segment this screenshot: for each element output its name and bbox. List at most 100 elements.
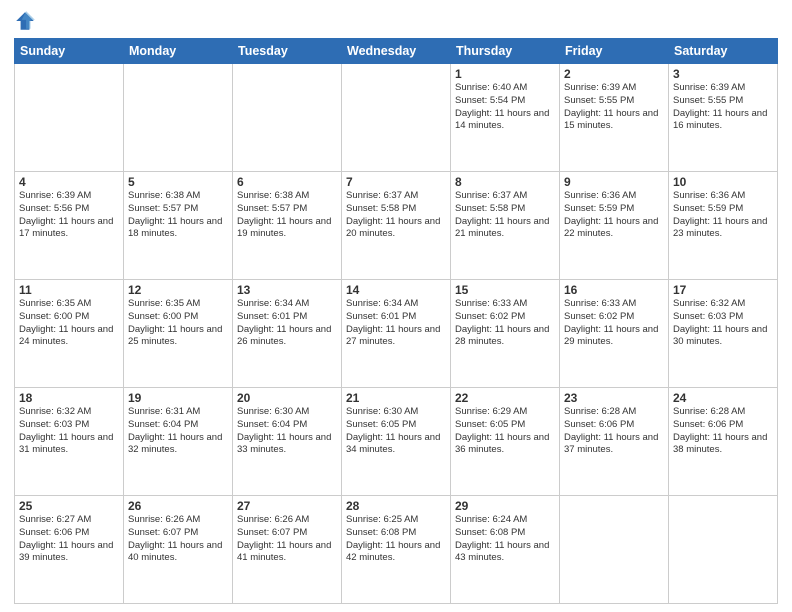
day-number: 23	[564, 391, 664, 405]
day-number: 24	[673, 391, 773, 405]
calendar-cell	[669, 496, 778, 604]
calendar-day-header: Sunday	[15, 39, 124, 64]
calendar-cell: 29Sunrise: 6:24 AM Sunset: 6:08 PM Dayli…	[451, 496, 560, 604]
calendar-cell: 2Sunrise: 6:39 AM Sunset: 5:55 PM Daylig…	[560, 64, 669, 172]
calendar-day-header: Wednesday	[342, 39, 451, 64]
calendar-cell: 28Sunrise: 6:25 AM Sunset: 6:08 PM Dayli…	[342, 496, 451, 604]
day-number: 28	[346, 499, 446, 513]
calendar-cell: 5Sunrise: 6:38 AM Sunset: 5:57 PM Daylig…	[124, 172, 233, 280]
day-info: Sunrise: 6:32 AM Sunset: 6:03 PM Dayligh…	[19, 406, 119, 457]
day-number: 27	[237, 499, 337, 513]
day-info: Sunrise: 6:25 AM Sunset: 6:08 PM Dayligh…	[346, 514, 446, 565]
day-info: Sunrise: 6:32 AM Sunset: 6:03 PM Dayligh…	[673, 298, 773, 349]
day-info: Sunrise: 6:29 AM Sunset: 6:05 PM Dayligh…	[455, 406, 555, 457]
day-number: 26	[128, 499, 228, 513]
day-info: Sunrise: 6:28 AM Sunset: 6:06 PM Dayligh…	[673, 406, 773, 457]
day-number: 8	[455, 175, 555, 189]
calendar-cell: 8Sunrise: 6:37 AM Sunset: 5:58 PM Daylig…	[451, 172, 560, 280]
day-number: 7	[346, 175, 446, 189]
day-number: 10	[673, 175, 773, 189]
day-info: Sunrise: 6:38 AM Sunset: 5:57 PM Dayligh…	[128, 190, 228, 241]
day-number: 29	[455, 499, 555, 513]
day-number: 21	[346, 391, 446, 405]
calendar-cell: 18Sunrise: 6:32 AM Sunset: 6:03 PM Dayli…	[15, 388, 124, 496]
day-number: 16	[564, 283, 664, 297]
calendar-table: SundayMondayTuesdayWednesdayThursdayFrid…	[14, 38, 778, 604]
calendar-cell: 12Sunrise: 6:35 AM Sunset: 6:00 PM Dayli…	[124, 280, 233, 388]
calendar-week-row: 4Sunrise: 6:39 AM Sunset: 5:56 PM Daylig…	[15, 172, 778, 280]
calendar-cell: 17Sunrise: 6:32 AM Sunset: 6:03 PM Dayli…	[669, 280, 778, 388]
calendar-day-header: Tuesday	[233, 39, 342, 64]
day-number: 13	[237, 283, 337, 297]
calendar-day-header: Saturday	[669, 39, 778, 64]
day-number: 25	[19, 499, 119, 513]
day-number: 14	[346, 283, 446, 297]
calendar-week-row: 11Sunrise: 6:35 AM Sunset: 6:00 PM Dayli…	[15, 280, 778, 388]
calendar-cell: 10Sunrise: 6:36 AM Sunset: 5:59 PM Dayli…	[669, 172, 778, 280]
day-info: Sunrise: 6:37 AM Sunset: 5:58 PM Dayligh…	[346, 190, 446, 241]
day-info: Sunrise: 6:24 AM Sunset: 6:08 PM Dayligh…	[455, 514, 555, 565]
day-number: 5	[128, 175, 228, 189]
logo-icon	[14, 10, 36, 32]
logo	[14, 10, 38, 32]
day-number: 22	[455, 391, 555, 405]
day-info: Sunrise: 6:27 AM Sunset: 6:06 PM Dayligh…	[19, 514, 119, 565]
day-number: 4	[19, 175, 119, 189]
day-info: Sunrise: 6:34 AM Sunset: 6:01 PM Dayligh…	[237, 298, 337, 349]
calendar-week-row: 18Sunrise: 6:32 AM Sunset: 6:03 PM Dayli…	[15, 388, 778, 496]
calendar-cell: 14Sunrise: 6:34 AM Sunset: 6:01 PM Dayli…	[342, 280, 451, 388]
day-info: Sunrise: 6:39 AM Sunset: 5:55 PM Dayligh…	[564, 82, 664, 133]
day-number: 20	[237, 391, 337, 405]
calendar-cell: 11Sunrise: 6:35 AM Sunset: 6:00 PM Dayli…	[15, 280, 124, 388]
day-info: Sunrise: 6:39 AM Sunset: 5:56 PM Dayligh…	[19, 190, 119, 241]
day-number: 9	[564, 175, 664, 189]
day-info: Sunrise: 6:40 AM Sunset: 5:54 PM Dayligh…	[455, 82, 555, 133]
day-info: Sunrise: 6:26 AM Sunset: 6:07 PM Dayligh…	[128, 514, 228, 565]
calendar-cell: 27Sunrise: 6:26 AM Sunset: 6:07 PM Dayli…	[233, 496, 342, 604]
day-info: Sunrise: 6:35 AM Sunset: 6:00 PM Dayligh…	[128, 298, 228, 349]
calendar-cell: 20Sunrise: 6:30 AM Sunset: 6:04 PM Dayli…	[233, 388, 342, 496]
day-info: Sunrise: 6:35 AM Sunset: 6:00 PM Dayligh…	[19, 298, 119, 349]
calendar-cell: 13Sunrise: 6:34 AM Sunset: 6:01 PM Dayli…	[233, 280, 342, 388]
calendar-cell	[560, 496, 669, 604]
header-row	[14, 10, 778, 32]
calendar-cell: 19Sunrise: 6:31 AM Sunset: 6:04 PM Dayli…	[124, 388, 233, 496]
calendar-cell: 26Sunrise: 6:26 AM Sunset: 6:07 PM Dayli…	[124, 496, 233, 604]
calendar-cell: 22Sunrise: 6:29 AM Sunset: 6:05 PM Dayli…	[451, 388, 560, 496]
day-number: 18	[19, 391, 119, 405]
day-info: Sunrise: 6:30 AM Sunset: 6:05 PM Dayligh…	[346, 406, 446, 457]
day-number: 3	[673, 67, 773, 81]
calendar-cell: 24Sunrise: 6:28 AM Sunset: 6:06 PM Dayli…	[669, 388, 778, 496]
calendar-cell: 4Sunrise: 6:39 AM Sunset: 5:56 PM Daylig…	[15, 172, 124, 280]
day-info: Sunrise: 6:38 AM Sunset: 5:57 PM Dayligh…	[237, 190, 337, 241]
calendar-cell: 7Sunrise: 6:37 AM Sunset: 5:58 PM Daylig…	[342, 172, 451, 280]
calendar-cell: 9Sunrise: 6:36 AM Sunset: 5:59 PM Daylig…	[560, 172, 669, 280]
day-info: Sunrise: 6:26 AM Sunset: 6:07 PM Dayligh…	[237, 514, 337, 565]
calendar-cell: 3Sunrise: 6:39 AM Sunset: 5:55 PM Daylig…	[669, 64, 778, 172]
calendar-cell: 15Sunrise: 6:33 AM Sunset: 6:02 PM Dayli…	[451, 280, 560, 388]
day-number: 6	[237, 175, 337, 189]
day-number: 12	[128, 283, 228, 297]
page: SundayMondayTuesdayWednesdayThursdayFrid…	[0, 0, 792, 612]
calendar-cell: 6Sunrise: 6:38 AM Sunset: 5:57 PM Daylig…	[233, 172, 342, 280]
calendar-cell: 25Sunrise: 6:27 AM Sunset: 6:06 PM Dayli…	[15, 496, 124, 604]
calendar-cell: 23Sunrise: 6:28 AM Sunset: 6:06 PM Dayli…	[560, 388, 669, 496]
calendar-day-header: Monday	[124, 39, 233, 64]
day-info: Sunrise: 6:34 AM Sunset: 6:01 PM Dayligh…	[346, 298, 446, 349]
calendar-day-header: Friday	[560, 39, 669, 64]
day-number: 15	[455, 283, 555, 297]
day-info: Sunrise: 6:33 AM Sunset: 6:02 PM Dayligh…	[564, 298, 664, 349]
calendar-week-row: 25Sunrise: 6:27 AM Sunset: 6:06 PM Dayli…	[15, 496, 778, 604]
day-info: Sunrise: 6:39 AM Sunset: 5:55 PM Dayligh…	[673, 82, 773, 133]
calendar-cell	[233, 64, 342, 172]
day-info: Sunrise: 6:37 AM Sunset: 5:58 PM Dayligh…	[455, 190, 555, 241]
calendar-cell	[15, 64, 124, 172]
day-number: 2	[564, 67, 664, 81]
calendar-cell: 16Sunrise: 6:33 AM Sunset: 6:02 PM Dayli…	[560, 280, 669, 388]
day-info: Sunrise: 6:28 AM Sunset: 6:06 PM Dayligh…	[564, 406, 664, 457]
calendar-cell: 21Sunrise: 6:30 AM Sunset: 6:05 PM Dayli…	[342, 388, 451, 496]
day-info: Sunrise: 6:36 AM Sunset: 5:59 PM Dayligh…	[564, 190, 664, 241]
day-number: 17	[673, 283, 773, 297]
calendar-cell	[342, 64, 451, 172]
calendar-header-row: SundayMondayTuesdayWednesdayThursdayFrid…	[15, 39, 778, 64]
